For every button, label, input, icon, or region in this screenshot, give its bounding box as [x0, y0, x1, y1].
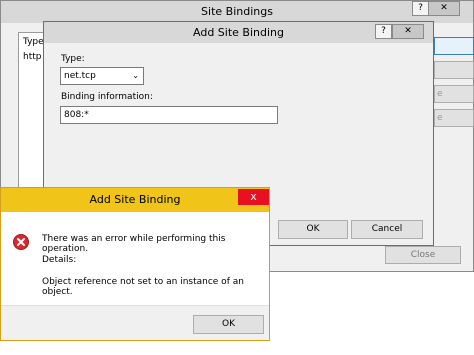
type-label: Type:: [61, 54, 85, 64]
details-label: Details:: [42, 255, 77, 265]
edit-button[interactable]: [434, 61, 474, 79]
add-binding-titlebar: Add Site Binding ? ✕: [44, 22, 433, 43]
binding-information-label: Binding information:: [61, 92, 153, 102]
error-message: There was an error while performing this…: [42, 234, 226, 254]
binding-information-input[interactable]: 808:*: [60, 106, 278, 124]
list-row-http[interactable]: http: [23, 52, 41, 62]
error-dialog: Add Site Binding x There was an error wh…: [0, 187, 270, 341]
details-text: Object reference not set to an instance …: [42, 277, 244, 297]
close-button[interactable]: Close: [385, 246, 461, 264]
error-titlebar: Add Site Binding x: [1, 188, 269, 212]
site-bindings-title: Site Bindings: [201, 5, 273, 18]
add-button[interactable]: [434, 37, 474, 55]
help-button[interactable]: ?: [375, 24, 392, 39]
close-icon[interactable]: x: [238, 189, 269, 205]
error-ok-button[interactable]: OK: [193, 315, 264, 334]
close-icon[interactable]: ✕: [392, 24, 424, 39]
cancel-button[interactable]: Cancel: [351, 220, 423, 239]
remove-button[interactable]: e: [434, 85, 474, 103]
error-title: Add Site Binding: [89, 193, 181, 206]
site-bindings-titlebar: Site Bindings ? ✕: [1, 1, 473, 23]
ok-button[interactable]: OK: [278, 220, 348, 239]
close-icon[interactable]: ✕: [428, 1, 460, 16]
chevron-down-icon: ⌄: [132, 71, 139, 80]
error-icon: [13, 234, 29, 250]
browse-button[interactable]: e: [434, 109, 474, 127]
type-select[interactable]: net.tcp ⌄: [60, 67, 144, 85]
type-select-value: net.tcp: [64, 71, 96, 81]
help-button[interactable]: ?: [412, 1, 429, 16]
error-footer: OK: [1, 305, 269, 340]
list-header-type[interactable]: Type: [23, 37, 44, 47]
